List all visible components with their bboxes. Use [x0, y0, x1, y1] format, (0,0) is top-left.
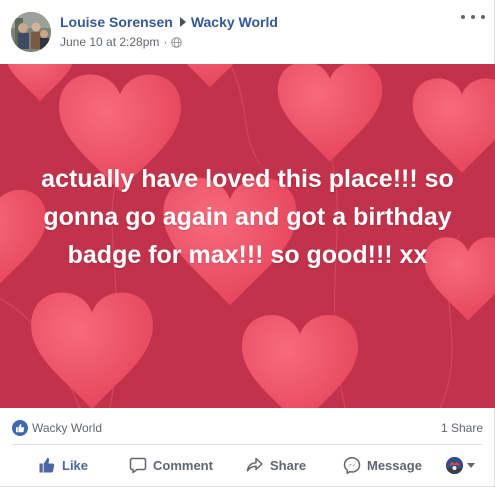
post-stats: Wacky World 1 Share: [0, 408, 495, 445]
author-avatar[interactable]: [11, 12, 51, 52]
target-page-name[interactable]: Wacky World: [191, 14, 278, 30]
comment-label: Comment: [153, 457, 213, 473]
page-avatar-icon: [446, 457, 463, 474]
meta-separator: ·: [163, 35, 168, 49]
author-name[interactable]: Louise Sorensen: [60, 14, 173, 30]
page-tag[interactable]: Wacky World: [12, 420, 102, 436]
globe-icon[interactable]: [171, 36, 183, 48]
like-badge-icon: [12, 420, 28, 436]
share-label: Share: [270, 457, 307, 473]
status-message: actually have loved this place!!! so gon…: [41, 165, 454, 269]
feed-post: Louise Sorensen Wacky World June 10 at 2…: [0, 0, 495, 487]
post-meta: June 10 at 2:28pm ·: [60, 35, 183, 49]
post-actions: Like Comment Share Message: [0, 445, 495, 487]
post-header: Louise Sorensen Wacky World June 10 at 2…: [0, 0, 495, 64]
caret-down-icon: [467, 463, 475, 468]
post-title-line: Louise Sorensen Wacky World: [60, 14, 278, 30]
like-button[interactable]: Like: [38, 456, 88, 474]
share-button[interactable]: Share: [246, 456, 306, 474]
message-label: Message: [367, 457, 422, 473]
like-label: Like: [62, 457, 89, 473]
message-button[interactable]: Message: [343, 456, 422, 474]
post-timestamp[interactable]: June 10 at 2:28pm: [60, 35, 159, 49]
messenger-icon: [343, 457, 361, 474]
comment-button[interactable]: Comment: [129, 456, 213, 474]
thumbs-up-icon: [39, 457, 55, 473]
comment-icon: [129, 457, 147, 474]
status-background: actually have loved this place!!! so gon…: [0, 64, 495, 408]
share-count[interactable]: 1 Share: [441, 421, 483, 435]
share-icon: [246, 457, 263, 472]
page-tag-label: Wacky World: [32, 421, 103, 435]
right-arrow-icon: [179, 17, 186, 27]
more-options-icon[interactable]: [461, 10, 485, 24]
audience-selector[interactable]: [446, 457, 475, 474]
